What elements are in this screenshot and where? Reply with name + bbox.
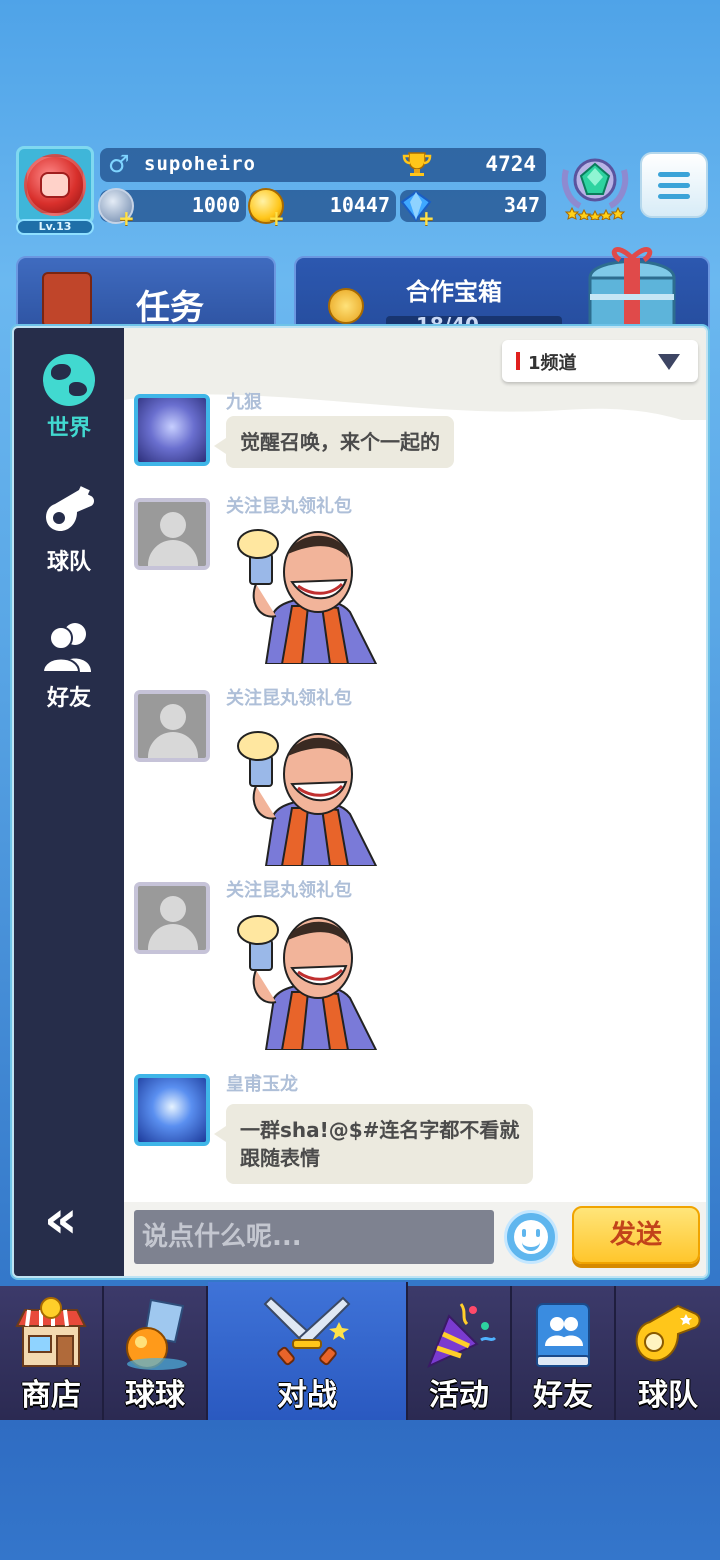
- message-bubble: 觉醒召唤，来个一起的: [214, 416, 454, 468]
- channel-label: 1频道: [528, 353, 577, 374]
- main-menu-button[interactable]: [640, 152, 708, 218]
- add-stamina-icon[interactable]: +: [118, 206, 135, 230]
- tab-label: 活动: [429, 1378, 489, 1413]
- friends-icon: [41, 623, 91, 673]
- user-avatar[interactable]: [134, 1074, 210, 1146]
- coins-bar[interactable]: + 10447: [248, 188, 396, 230]
- bottom-nav: 商店 球球 对战 活动 好友 球队: [0, 1282, 720, 1420]
- side-tab-world[interactable]: 世界: [14, 354, 124, 442]
- menu-line: [658, 193, 690, 199]
- coins-value: 10447: [329, 193, 390, 217]
- tab-label: 对战: [277, 1378, 337, 1413]
- user-avatar[interactable]: [134, 394, 210, 466]
- default-avatar[interactable]: [134, 882, 210, 954]
- default-avatar[interactable]: [134, 690, 210, 762]
- chevron-down-icon: [658, 354, 680, 370]
- stamina-value: 1000: [191, 193, 240, 217]
- chat-side-nav: 世界 球队 好友 «: [14, 328, 124, 1276]
- add-coins-icon[interactable]: +: [268, 206, 285, 230]
- rank-badge-icon[interactable]: [560, 150, 630, 220]
- swords-icon: [263, 1296, 351, 1366]
- trophy-count: 4724: [485, 152, 536, 176]
- smiley-icon: [514, 1220, 548, 1254]
- whistle-icon: [635, 1304, 701, 1362]
- tab-label: 球球: [125, 1378, 185, 1413]
- side-tab-label: 世界: [46, 416, 91, 441]
- beer-guy-sticker: [237, 529, 378, 664]
- party-icon: [427, 1303, 497, 1368]
- globe-icon: [43, 354, 95, 406]
- send-button[interactable]: 发送: [572, 1206, 700, 1264]
- male-icon: ♂: [108, 150, 130, 178]
- tab-battle[interactable]: 对战: [208, 1282, 408, 1420]
- beer-guy-sticker: [237, 915, 378, 1050]
- level-badge: Lv.13: [16, 219, 94, 235]
- sender-name: 关注昆丸领礼包: [226, 496, 352, 517]
- sender-name: 关注昆丸领礼包: [226, 880, 352, 901]
- trophy-icon: [402, 152, 432, 176]
- coop-medal-icon: [328, 288, 364, 324]
- sender-name: 关注昆丸领礼包: [226, 688, 352, 709]
- sender-name: 九狠: [226, 392, 262, 413]
- ball-icon: [126, 1298, 187, 1370]
- task-book-icon: [42, 272, 92, 328]
- username: supoheiro: [144, 153, 256, 175]
- tab-balls[interactable]: 球球: [104, 1286, 208, 1420]
- gems-bar[interactable]: + 347: [400, 190, 546, 230]
- emoji-button[interactable]: [504, 1210, 558, 1264]
- background-bottom: [0, 1420, 720, 1560]
- tab-shop[interactable]: 商店: [0, 1286, 104, 1420]
- avatar-fist-icon: [24, 154, 86, 216]
- sender-name: 皇甫玉龙: [226, 1074, 298, 1095]
- channel-marker: [516, 352, 520, 370]
- player-avatar[interactable]: [16, 146, 94, 224]
- task-label: 任务: [136, 288, 204, 328]
- message-bubble: 一群sha!@$#连名字都不看就 跟随表情: [213, 1104, 534, 1184]
- channel-select[interactable]: 1频道: [502, 340, 698, 382]
- message-line: 跟随表情: [240, 1146, 320, 1170]
- default-avatar[interactable]: [134, 498, 210, 570]
- tab-label: 商店: [21, 1378, 81, 1413]
- tab-events[interactable]: 活动: [408, 1286, 512, 1420]
- side-tab-label: 球队: [46, 550, 91, 575]
- chat-message-list: 九狠 觉醒召唤，来个一起的 关注昆丸领礼包 关注昆丸领礼包 关注昆丸领礼包 皇甫…: [124, 388, 706, 1202]
- menu-line: [658, 171, 690, 177]
- player-name-bar: ♂ supoheiro 4724: [100, 148, 546, 182]
- chat-panel: 世界 球队 好友 « 九狠 觉醒召唤，来个一起的 关注昆丸领礼包 关注昆丸领礼包…: [12, 326, 708, 1278]
- whistle-icon: [46, 486, 94, 532]
- chat-input-bar: 发送: [124, 1202, 706, 1276]
- side-tab-friends[interactable]: 好友: [14, 620, 124, 712]
- collapse-chat-button[interactable]: «: [44, 1194, 78, 1246]
- stamina-bar[interactable]: + 1000: [98, 188, 246, 230]
- message-line: 一群sha!@$#连名字都不看就: [240, 1118, 520, 1142]
- side-tab-label: 好友: [46, 686, 91, 711]
- coop-title: 合作宝箱: [406, 278, 502, 306]
- tab-label: 好友: [533, 1378, 593, 1413]
- tab-friends[interactable]: 好友: [512, 1286, 616, 1420]
- beer-guy-sticker: [237, 731, 378, 866]
- shop-icon: [15, 1297, 87, 1367]
- friends-book-icon: [536, 1303, 590, 1367]
- side-tab-team[interactable]: 球队: [14, 486, 124, 576]
- menu-line: [658, 182, 690, 188]
- treasure-chest-icon: [588, 247, 676, 336]
- tab-team[interactable]: 球队: [616, 1286, 720, 1420]
- gems-value: 347: [503, 193, 540, 217]
- chat-input[interactable]: [134, 1210, 494, 1264]
- tab-label: 球队: [638, 1378, 698, 1413]
- add-gems-icon[interactable]: +: [418, 206, 435, 230]
